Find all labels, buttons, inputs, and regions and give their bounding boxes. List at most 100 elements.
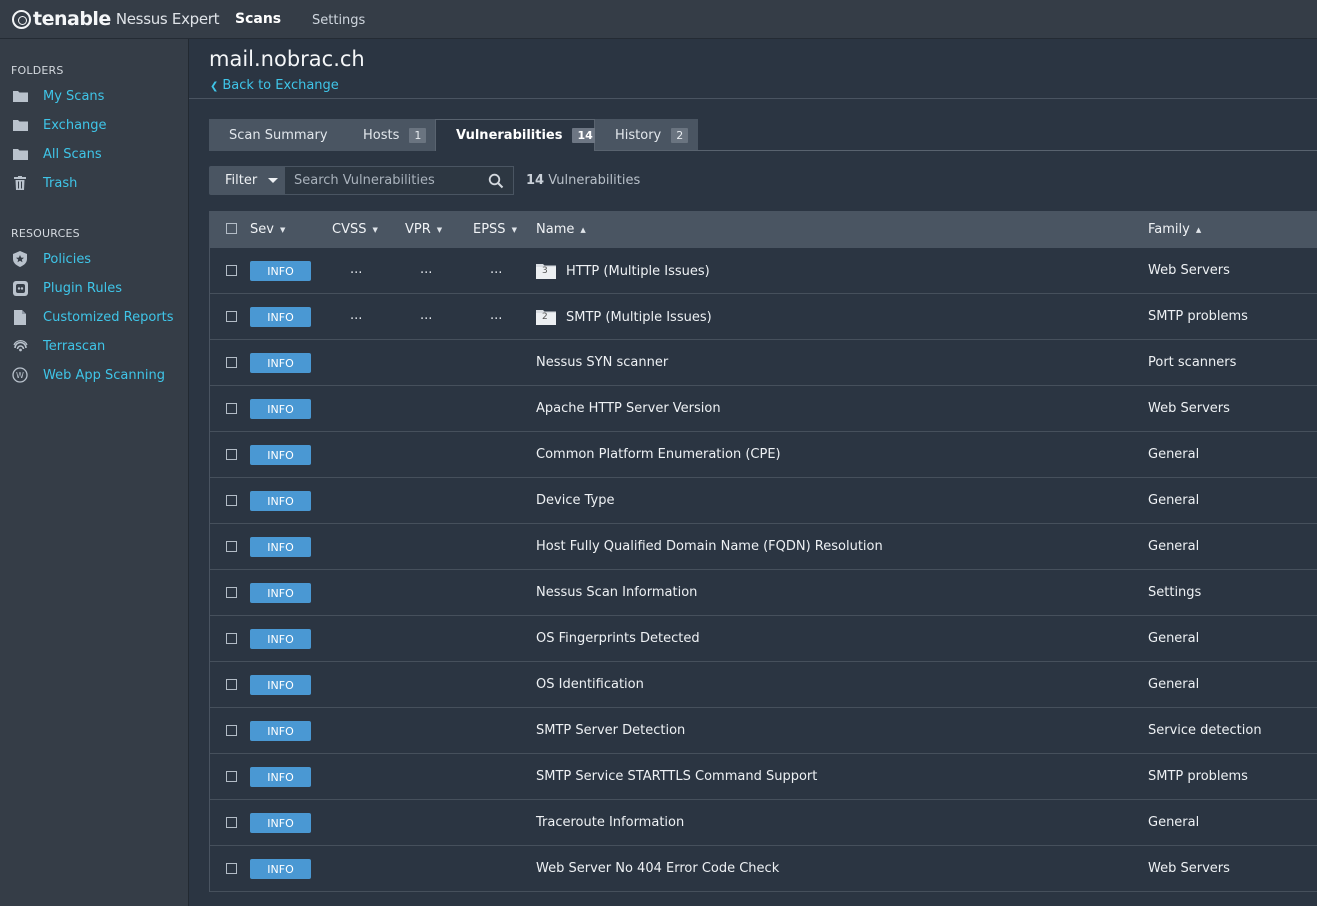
severity-badge: INFO	[250, 353, 311, 373]
grouped-folder-icon: 3	[536, 263, 556, 279]
sidebar-item-my-scans[interactable]: My Scans	[12, 86, 182, 106]
vulnerability-name[interactable]: Common Platform Enumeration (CPE)	[536, 447, 781, 462]
sidebar-item-label: Trash	[43, 175, 78, 191]
severity-badge: INFO	[250, 675, 311, 695]
row-checkbox[interactable]	[226, 311, 237, 322]
vulnerability-family: Settings	[1148, 585, 1202, 600]
fingerprint-icon	[12, 338, 28, 354]
vulnerability-name[interactable]: Apache HTTP Server Version	[536, 401, 721, 416]
tab-bar: Scan Summary Hosts 1 Vulnerabilities 14 …	[209, 119, 698, 151]
table-row[interactable]: INFO Nessus Scan Information Settings	[210, 570, 1317, 616]
sidebar-item-customized-reports[interactable]: Customized Reports	[12, 307, 182, 327]
nav-settings[interactable]: Settings	[312, 13, 365, 28]
row-checkbox[interactable]	[226, 265, 237, 276]
count-number: 14	[526, 173, 545, 188]
table-row[interactable]: INFO Common Platform Enumeration (CPE) Gen…	[210, 432, 1317, 478]
severity-badge: INFO	[250, 813, 311, 833]
column-sev[interactable]: Sev ▼	[250, 222, 285, 237]
group-count: 2	[542, 312, 548, 322]
nav-scans[interactable]: Scans	[235, 11, 281, 27]
top-bar: tenable Nessus Expert Scans Settings	[0, 0, 1317, 39]
severity-badge: INFO	[250, 445, 311, 465]
vulnerability-name[interactable]: OS Identification	[536, 677, 644, 692]
vulnerability-name[interactable]: Traceroute Information	[536, 815, 684, 830]
tab-vulnerabilities[interactable]: Vulnerabilities 14	[435, 119, 598, 151]
sidebar-item-exchange[interactable]: Exchange	[12, 115, 182, 135]
sidebar-item-label: Plugin Rules	[43, 280, 122, 296]
sidebar-item-trash[interactable]: Trash	[12, 173, 182, 193]
cvss-value: ...	[350, 262, 363, 277]
row-checkbox[interactable]	[226, 587, 237, 598]
sidebar-item-all-scans[interactable]: All Scans	[12, 144, 182, 164]
filter-button[interactable]: Filter	[209, 166, 284, 195]
vulnerability-name[interactable]: Host Fully Qualified Domain Name (FQDN) …	[536, 539, 883, 554]
column-name[interactable]: Name ▲	[536, 222, 586, 237]
table-row[interactable]: INFO SMTP Server Detection Service detecti…	[210, 708, 1317, 754]
vulnerability-name-label: Web Server No 404 Error Code Check	[536, 861, 780, 876]
search-icon[interactable]	[488, 173, 504, 189]
row-checkbox[interactable]	[226, 817, 237, 828]
column-label: EPSS	[473, 222, 506, 237]
row-checkbox[interactable]	[226, 725, 237, 736]
vulnerability-name[interactable]: Web Server No 404 Error Code Check	[536, 861, 779, 876]
column-family[interactable]: Family ▲	[1148, 222, 1201, 237]
table-row[interactable]: INFO Host Fully Qualified Domain Name (FQ…	[210, 524, 1317, 570]
select-all-checkbox[interactable]	[226, 223, 237, 234]
shield-icon	[12, 251, 28, 267]
sidebar-item-terrascan[interactable]: Terrascan	[12, 336, 182, 356]
tab-badge: 1	[409, 127, 427, 143]
vulnerability-name[interactable]: Nessus SYN scanner	[536, 355, 668, 370]
table-row[interactable]: INFO......... 3 HTTP (Multiple Issues) Web …	[210, 248, 1317, 294]
vulnerability-name[interactable]: OS Fingerprints Detected	[536, 631, 700, 646]
vulnerability-family: General	[1148, 815, 1200, 830]
row-checkbox[interactable]	[226, 679, 237, 690]
row-checkbox[interactable]	[226, 403, 237, 414]
table-row[interactable]: INFO Nessus SYN scanner Port scanners	[210, 340, 1317, 386]
row-checkbox[interactable]	[226, 541, 237, 552]
sidebar-item-plugin-rules[interactable]: Plugin Rules	[12, 278, 182, 298]
back-link[interactable]: ❮ Back to Exchange	[210, 78, 339, 93]
column-cvss[interactable]: CVSS ▼	[332, 222, 378, 237]
tenable-logo[interactable]: tenable Nessus Expert	[12, 7, 220, 31]
table-row[interactable]: INFO......... 2 SMTP (Multiple Issues) SMTP…	[210, 294, 1317, 340]
vulnerability-name[interactable]: SMTP Service STARTTLS Command Support	[536, 769, 817, 784]
sidebar-item-web-app-scanning[interactable]: W Web App Scanning	[12, 365, 182, 385]
vulnerability-name[interactable]: 2 SMTP (Multiple Issues)	[536, 309, 712, 325]
severity-badge: INFO	[250, 629, 311, 649]
row-checkbox[interactable]	[226, 771, 237, 782]
sidebar-item-policies[interactable]: Policies	[12, 249, 182, 269]
trash-icon	[12, 175, 28, 191]
table-row[interactable]: INFO Device Type General	[210, 478, 1317, 524]
group-count: 3	[542, 266, 548, 276]
tab-history[interactable]: History 2	[595, 119, 698, 151]
search-input[interactable]	[285, 173, 480, 188]
table-row[interactable]: INFO Traceroute Information General	[210, 800, 1317, 846]
vulnerability-name[interactable]: Nessus Scan Information	[536, 585, 697, 600]
row-checkbox[interactable]	[226, 863, 237, 874]
tab-label: History	[615, 127, 662, 143]
vulnerability-name[interactable]: SMTP Server Detection	[536, 723, 685, 738]
tab-scan-summary[interactable]: Scan Summary	[209, 119, 343, 151]
table-row[interactable]: INFO SMTP Service STARTTLS Command Suppor…	[210, 754, 1317, 800]
vulnerability-name[interactable]: Device Type	[536, 493, 614, 508]
count-label: Vulnerabilities	[548, 173, 641, 188]
vulnerability-name[interactable]: 3 HTTP (Multiple Issues)	[536, 263, 710, 279]
row-checkbox[interactable]	[226, 633, 237, 644]
vulnerability-name-label: SMTP Service STARTTLS Command Support	[536, 769, 818, 784]
column-vpr[interactable]: VPR ▼	[405, 222, 442, 237]
row-checkbox[interactable]	[226, 495, 237, 506]
vulnerability-name-label: Host Fully Qualified Domain Name (FQDN) …	[536, 539, 883, 554]
tab-hosts[interactable]: Hosts 1	[343, 119, 435, 151]
vulnerability-family: Port scanners	[1148, 355, 1237, 370]
column-epss[interactable]: EPSS ▼	[473, 222, 517, 237]
folder-icon	[12, 88, 28, 104]
row-checkbox[interactable]	[226, 357, 237, 368]
vulnerability-name-label: HTTP (Multiple Issues)	[566, 263, 710, 279]
row-checkbox[interactable]	[226, 449, 237, 460]
table-row[interactable]: INFO OS Identification General	[210, 662, 1317, 708]
grouped-folder-icon: 2	[536, 309, 556, 325]
vulnerability-family: General	[1148, 493, 1200, 508]
table-row[interactable]: INFO Apache HTTP Server Version Web Server…	[210, 386, 1317, 432]
table-row[interactable]: INFO OS Fingerprints Detected General	[210, 616, 1317, 662]
table-row[interactable]: INFO Web Server No 404 Error Code Check We…	[210, 846, 1317, 892]
